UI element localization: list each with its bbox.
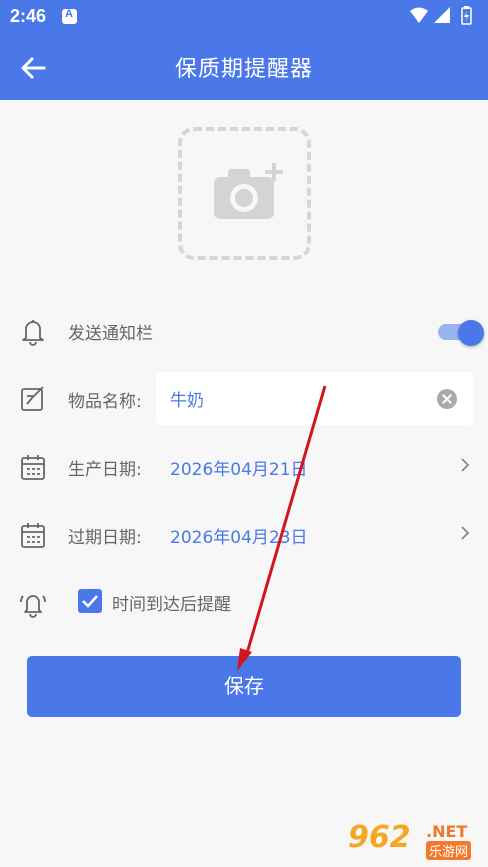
remind-checkbox[interactable] — [78, 589, 102, 613]
chevron-right-icon — [458, 457, 472, 473]
watermark-net: .NET — [426, 822, 468, 841]
item-name-field[interactable] — [156, 372, 474, 425]
expiry-date-label: 过期日期: — [68, 528, 142, 548]
page-title: 保质期提醒器 — [174, 57, 313, 82]
chevron-right-icon — [458, 525, 472, 541]
item-name-label: 物品名称: — [68, 392, 142, 412]
clear-icon[interactable] — [437, 389, 457, 409]
calendar-icon — [18, 452, 48, 482]
add-photo-button[interactable] — [178, 127, 311, 260]
notification-icon — [62, 8, 77, 24]
calendar-icon — [18, 520, 48, 550]
app-bar: 保质期提醒器 — [0, 33, 488, 100]
expiry-date-value[interactable]: 2026年04月23日 — [170, 523, 308, 548]
status-time: 2:46 — [10, 6, 47, 26]
remind-label: 时间到达后提醒 — [112, 595, 231, 615]
wifi-signal-battery-icon — [410, 6, 472, 25]
bell-icon — [18, 316, 48, 346]
watermark-site: 乐游网 — [426, 841, 472, 860]
production-date-label: 生产日期: — [68, 460, 142, 480]
item-name-input[interactable] — [170, 384, 420, 412]
notify-row: 发送通知栏 — [0, 303, 488, 357]
edit-note-icon — [18, 384, 48, 414]
watermark-962: 962 — [348, 820, 411, 855]
production-date-row[interactable]: 生产日期: 2026年04月21日 — [0, 439, 488, 493]
save-button[interactable]: 保存 — [27, 656, 461, 717]
alarm-bell-icon — [18, 588, 48, 618]
notify-label: 发送通知栏 — [68, 324, 153, 344]
status-bar: 2:46 — [0, 0, 488, 33]
expiry-date-row[interactable]: 过期日期: 2026年04月23日 — [0, 507, 488, 561]
production-date-value[interactable]: 2026年04月21日 — [170, 455, 308, 480]
notify-toggle[interactable] — [438, 320, 484, 346]
status-icons — [408, 6, 478, 26]
check-icon — [82, 595, 98, 608]
watermark-logo: 962 .NET 乐游网 — [348, 820, 484, 862]
remind-row — [0, 575, 488, 629]
camera-plus-icon — [214, 163, 283, 219]
